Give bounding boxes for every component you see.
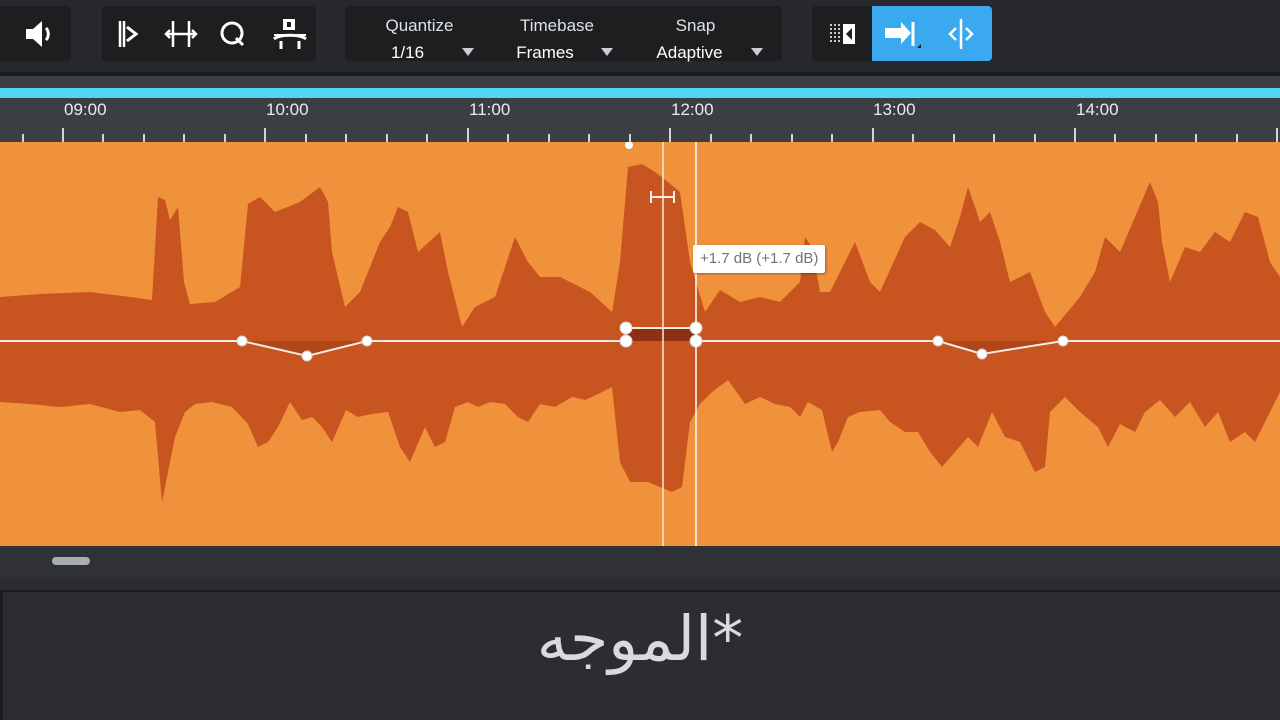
ruler-tick bbox=[1155, 134, 1157, 142]
timebase-label: Timebase bbox=[519, 16, 594, 35]
ruler-tick bbox=[588, 134, 590, 142]
ruler-tick bbox=[426, 134, 428, 142]
ruler-tick bbox=[993, 134, 995, 142]
ruler-tick bbox=[386, 134, 388, 142]
chevron-down-icon bbox=[751, 48, 763, 56]
gain-tooltip: +1.7 dB (+1.7 dB) bbox=[693, 245, 826, 273]
horizontal-scrollbar[interactable] bbox=[52, 557, 90, 565]
ruler-label: 09:00 bbox=[64, 100, 107, 119]
ruler-label: 12:00 bbox=[671, 100, 714, 119]
panel-divider bbox=[0, 590, 1280, 592]
ruler-label: 11:00 bbox=[469, 100, 511, 119]
snap-to-cursor-button[interactable] bbox=[872, 6, 930, 61]
ruler-tick bbox=[1074, 128, 1076, 142]
ruler-tick bbox=[912, 134, 914, 142]
snap-to-event-icon[interactable] bbox=[818, 6, 868, 61]
grid-settings-group: Quantize 1/16 Timebase Frames Snap Adapt… bbox=[345, 6, 782, 62]
stretch-tool-icon[interactable] bbox=[160, 6, 202, 61]
ruler-label: 13:00 bbox=[873, 100, 916, 119]
ruler-tick bbox=[22, 134, 24, 142]
toolbar: Quantize 1/16 Timebase Frames Snap Adapt… bbox=[0, 0, 1280, 72]
snap-dropdown[interactable]: Snap Adaptive bbox=[643, 6, 763, 62]
volume-group bbox=[0, 6, 71, 61]
ruler-tick bbox=[183, 134, 185, 142]
snap-value: Adaptive bbox=[656, 43, 723, 62]
ruler-tick bbox=[224, 134, 226, 142]
ruler-tick bbox=[1195, 134, 1197, 142]
ruler-tick bbox=[669, 128, 671, 142]
speaker-icon[interactable] bbox=[18, 6, 62, 61]
loop-range-bar[interactable] bbox=[0, 88, 1280, 98]
ruler-tick bbox=[467, 128, 469, 142]
subtitle-caption: *الموجه bbox=[536, 602, 744, 675]
ruler-tick bbox=[102, 134, 104, 142]
ruler-tick bbox=[507, 134, 509, 142]
bend-marker-icon[interactable] bbox=[266, 6, 314, 61]
ruler-tick bbox=[831, 134, 833, 142]
ruler-tick bbox=[305, 134, 307, 142]
horizontal-scroll-area bbox=[0, 546, 1280, 578]
ruler-tick bbox=[872, 128, 874, 142]
snap-mode-group bbox=[812, 6, 992, 61]
split-tool-icon[interactable] bbox=[108, 6, 150, 61]
ruler-tick bbox=[953, 134, 955, 142]
timebase-dropdown[interactable]: Timebase Frames bbox=[503, 6, 613, 62]
audio-event[interactable]: +1.7 dB (+1.7 dB) bbox=[0, 142, 1280, 546]
ruler-tick bbox=[1276, 128, 1278, 142]
ruler-tick bbox=[1236, 134, 1238, 142]
ruler-tick bbox=[143, 134, 145, 142]
ruler-label: 14:00 bbox=[1076, 100, 1119, 119]
volume-boost-fill bbox=[626, 328, 696, 341]
ruler-tick bbox=[629, 134, 631, 142]
timebase-value: Frames bbox=[516, 43, 574, 62]
ruler-tick bbox=[62, 128, 64, 142]
ruler-tick bbox=[750, 134, 752, 142]
ruler-label: 10:00 bbox=[266, 100, 309, 119]
quantize-value: 1/16 bbox=[390, 43, 425, 62]
ruler-tick bbox=[264, 128, 266, 142]
snap-label: Snap bbox=[675, 16, 716, 35]
ruler-tick bbox=[710, 134, 712, 142]
chevron-down-icon bbox=[462, 48, 474, 56]
timeline-ruler[interactable]: 09:00 10:00 11:00 12:00 13:00 14:00 bbox=[0, 76, 1280, 142]
chevron-down-icon bbox=[601, 48, 613, 56]
quantize-icon[interactable] bbox=[212, 6, 254, 61]
fade-handle bbox=[625, 142, 633, 149]
edit-tools-group bbox=[102, 6, 316, 61]
ruler-tick bbox=[1034, 134, 1036, 142]
ruler-tick bbox=[345, 134, 347, 142]
waveform-svg bbox=[0, 142, 1280, 546]
snap-to-grid-button[interactable] bbox=[930, 6, 992, 61]
quantize-dropdown[interactable]: Quantize 1/16 bbox=[367, 6, 474, 62]
ruler-tick bbox=[548, 134, 550, 142]
quantize-label: Quantize bbox=[385, 16, 454, 35]
ruler-tick bbox=[1114, 134, 1116, 142]
ruler-tick bbox=[791, 134, 793, 142]
